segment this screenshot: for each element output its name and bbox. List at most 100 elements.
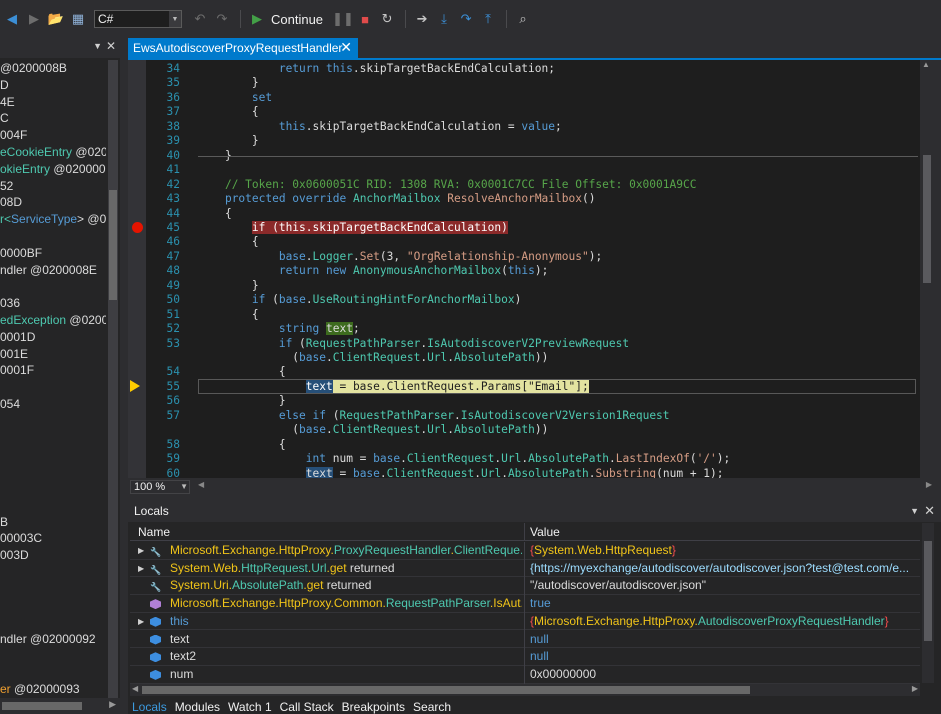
tree-item[interactable] (0, 497, 106, 514)
code-line[interactable]: 57 else if (RequestPathParser.IsAutodisc… (128, 408, 920, 423)
tab-ews-autodiscover[interactable]: EwsAutodiscoverProxyRequestHandler ✕ (128, 38, 358, 58)
tree-item[interactable]: 036 (0, 295, 106, 312)
tree-item[interactable]: ndler @0200008E (0, 262, 106, 279)
scrollbar[interactable]: ▲ (920, 60, 934, 478)
local-value[interactable]: {Microsoft.Exchange.HttpProxy.Autodiscov… (530, 613, 918, 631)
code-line[interactable]: 37 { (128, 104, 920, 119)
open-icon[interactable]: 📂 (46, 9, 66, 29)
code-editor[interactable]: 34 return this.skipTargetBackEndCalculat… (128, 60, 920, 478)
code-text[interactable]: set (198, 90, 272, 105)
local-value[interactable]: 0x00000000 (530, 666, 918, 684)
tree-item[interactable] (0, 665, 106, 682)
code-line[interactable]: 59 int num = base.ClientRequest.Url.Abso… (128, 451, 920, 466)
tree-item[interactable]: 004F (0, 127, 106, 144)
tree-item[interactable]: 001E (0, 346, 106, 363)
code-line[interactable]: 34 return this.skipTargetBackEndCalculat… (128, 61, 920, 76)
tree-item[interactable]: B (0, 514, 106, 531)
tree-item[interactable]: D (0, 77, 106, 94)
code-line[interactable]: 39 } (128, 133, 920, 148)
continue-button[interactable]: Continue (271, 12, 323, 27)
code-line[interactable]: 51 { (128, 307, 920, 322)
locals-row[interactable]: System.Uri.AbsolutePath.get returned "/au… (130, 577, 920, 596)
tree-item[interactable]: r<ServiceType> @02 (0, 211, 106, 228)
expand-icon[interactable]: ▶ (138, 613, 144, 631)
scrollbar-thumb[interactable] (923, 155, 931, 283)
tree-item[interactable] (0, 446, 106, 463)
code-text[interactable]: base.Logger.Set(3, "OrgRelationship-Anon… (198, 249, 602, 264)
code-line[interactable]: 40 } (128, 148, 920, 163)
tree-item[interactable]: C (0, 110, 106, 127)
tree-item[interactable]: 4E (0, 94, 106, 111)
show-next-statement-icon[interactable]: ➔ (412, 9, 432, 29)
locals-row[interactable]: ▶ Microsoft.Exchange.HttpProxy.ProxyReque… (130, 542, 920, 560)
code-line[interactable]: 45 if (this.skipTargetBackEndCalculation… (128, 220, 920, 235)
tree-item[interactable] (0, 480, 106, 497)
tree-item[interactable] (0, 379, 106, 396)
code-text[interactable]: } (198, 393, 286, 408)
code-line[interactable]: 38 this.skipTargetBackEndCalculation = v… (128, 119, 920, 134)
chevron-down-icon[interactable]: ▼ (93, 41, 102, 51)
column-header-value[interactable]: Value (530, 523, 560, 541)
tree-item[interactable] (0, 614, 106, 631)
tree-item[interactable] (0, 228, 106, 245)
tree-item[interactable]: eCookieEntry @0200 (0, 144, 106, 161)
local-value[interactable]: {System.Web.HttpRequest} (530, 542, 918, 560)
code-line[interactable]: 54 { (128, 364, 920, 379)
local-value[interactable]: {https://myexchange/autodiscover/autodis… (530, 560, 918, 578)
step-out-icon[interactable]: ⤒ (478, 9, 498, 29)
code-text[interactable]: protected override AnchorMailbox Resolve… (198, 191, 596, 206)
close-icon[interactable]: ✕ (340, 39, 352, 56)
chevron-down-icon[interactable]: ▼ (180, 481, 188, 493)
code-text[interactable]: // Token: 0x0600051C RID: 1308 RVA: 0x00… (198, 177, 696, 192)
tree-item[interactable] (0, 430, 106, 447)
tree-item[interactable]: 0001D (0, 329, 106, 346)
code-text[interactable]: } (198, 75, 259, 90)
save-icon[interactable]: ▦ (68, 9, 88, 29)
breakpoint-icon[interactable] (132, 221, 143, 233)
step-over-icon[interactable]: ↷ (456, 9, 476, 29)
code-text[interactable]: { (198, 364, 286, 379)
pause-icon[interactable]: ❚❚ (332, 9, 354, 29)
close-icon[interactable]: ✕ (924, 500, 935, 522)
chevron-right-icon[interactable]: ▶ (926, 480, 932, 489)
scrollbar[interactable]: ◀ ▶ (198, 480, 932, 492)
locals-row[interactable]: Microsoft.Exchange.HttpProxy.Common.Requ… (130, 595, 920, 614)
code-text[interactable]: text = base.ClientRequest.Url.AbsolutePa… (198, 466, 724, 478)
tree-item[interactable] (0, 598, 106, 615)
tree-item[interactable] (0, 581, 106, 598)
tree-item[interactable]: 08D (0, 194, 106, 211)
tree-item[interactable]: okieEntry @02000051 (0, 161, 106, 178)
scrollbar-thumb[interactable] (109, 190, 117, 300)
code-line[interactable]: 41 (128, 162, 920, 177)
code-text[interactable]: else if (RequestPathParser.IsAutodiscove… (198, 408, 670, 423)
tree-item[interactable] (0, 648, 106, 665)
chevron-down-icon[interactable]: ▼ (169, 11, 181, 27)
code-text[interactable]: } (198, 133, 259, 148)
code-text[interactable]: if (RequestPathParser.IsAutodiscoverV2Pr… (198, 336, 629, 351)
expand-icon[interactable]: ▶ (138, 560, 144, 578)
step-into-icon[interactable]: ⤓ (434, 9, 454, 29)
tree-item[interactable]: 00003C (0, 530, 106, 547)
scrollbar[interactable] (108, 60, 118, 700)
code-text[interactable]: (base.ClientRequest.Url.AbsolutePath)) (198, 422, 548, 437)
chevron-down-icon[interactable]: ▼ (910, 500, 919, 522)
column-divider[interactable] (524, 523, 525, 541)
code-line[interactable]: 42 // Token: 0x0600051C RID: 1308 RVA: 0… (128, 177, 920, 192)
code-text[interactable]: if (base.UseRoutingHintForAnchorMailbox) (198, 292, 522, 307)
tab-call-stack[interactable]: Call Stack (276, 700, 338, 714)
code-line[interactable]: 48 return new AnonymousAnchorMailbox(thi… (128, 263, 920, 278)
chevron-up-icon[interactable]: ▲ (922, 60, 930, 69)
scrollbar-thumb[interactable] (2, 702, 82, 710)
tree-item[interactable] (0, 413, 106, 430)
code-text[interactable]: return this.skipTargetBackEndCalculation… (198, 61, 555, 76)
tree-item[interactable]: er @02000093 (0, 681, 106, 698)
code-text[interactable]: { (198, 307, 259, 322)
code-line[interactable]: 36 set (128, 90, 920, 105)
code-text[interactable]: string text; (198, 321, 360, 336)
chevron-right-icon[interactable]: ▶ (912, 684, 918, 693)
code-line[interactable]: 52 string text; (128, 321, 920, 336)
tab-search[interactable]: Search (409, 700, 455, 714)
column-header-name[interactable]: Name (138, 523, 170, 541)
code-line[interactable]: (base.ClientRequest.Url.AbsolutePath)) (128, 422, 920, 437)
locals-row[interactable]: num 0x00000000 (130, 665, 920, 684)
